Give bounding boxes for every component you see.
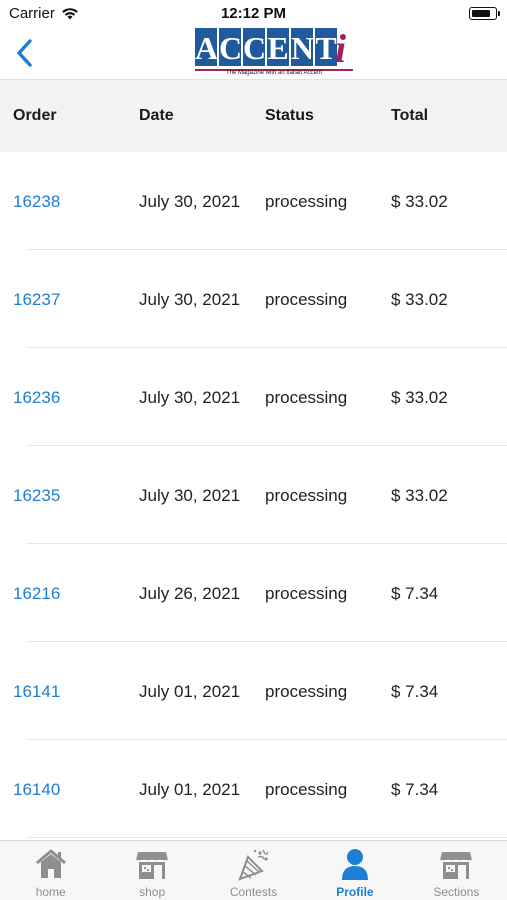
tab-contests[interactable]: Contests (203, 841, 304, 900)
order-row[interactable]: 16216 July 26, 2021 processing $ 7.34 (0, 544, 507, 642)
order-status: processing (265, 584, 348, 603)
order-total: $ 33.02 (391, 290, 448, 309)
order-total: $ 7.34 (391, 584, 439, 603)
order-date: July 30, 2021 (139, 486, 241, 505)
navigation-bar: ACCENT i The Magazine with an Italian Ac… (0, 26, 507, 80)
tab-label: Contests (229, 885, 278, 899)
order-date: July 01, 2021 (139, 682, 241, 701)
tab-shop[interactable]: shop (101, 841, 202, 900)
order-number-link[interactable]: 16235 (13, 486, 60, 506)
tab-sections[interactable]: Sections (406, 841, 507, 900)
order-row[interactable]: 16140 July 01, 2021 processing $ 7.34 (0, 740, 507, 838)
logo-letter: E (267, 28, 289, 66)
order-status: processing (265, 388, 348, 407)
logo-letter: T (315, 28, 337, 66)
tab-home[interactable]: home (0, 841, 101, 900)
logo-letter: N (291, 28, 315, 66)
logo-letter: C (219, 28, 243, 66)
orders-list: 16238 July 30, 2021 processing $ 33.02 1… (0, 152, 507, 838)
order-number-link[interactable]: 16216 (13, 584, 60, 604)
tab-profile[interactable]: Profile (304, 841, 405, 900)
store-icon (135, 852, 169, 879)
order-total: $ 33.02 (391, 192, 448, 211)
status-bar: Carrier 12:12 PM (0, 0, 507, 28)
order-status: processing (265, 192, 348, 211)
order-number-link[interactable]: 16238 (13, 192, 60, 212)
tab-label: Profile (336, 885, 374, 899)
order-total: $ 7.34 (391, 682, 439, 701)
header-order: Order (13, 107, 57, 124)
home-icon (35, 849, 66, 878)
order-number-link[interactable]: 16141 (13, 682, 60, 702)
tab-label: home (35, 885, 66, 899)
order-status: processing (265, 682, 348, 701)
logo-wordmark: ACCENT (195, 28, 339, 66)
party-popper-icon (237, 849, 269, 881)
tab-bar: home shop Contests Profile Sections (0, 840, 507, 900)
order-date: July 26, 2021 (139, 584, 241, 603)
tab-label: Sections (433, 885, 480, 899)
logo-tagline: The Magazine with an Italian Accent (225, 70, 323, 76)
order-status: processing (265, 486, 348, 505)
battery-level (471, 9, 491, 17)
order-row[interactable]: 16141 July 01, 2021 processing $ 7.34 (0, 642, 507, 740)
order-row[interactable]: 16238 July 30, 2021 processing $ 33.02 (0, 152, 507, 250)
logo-i-letter: i (335, 26, 347, 71)
logo-letter: C (243, 28, 267, 66)
order-total: $ 33.02 (391, 486, 448, 505)
order-row[interactable]: 16236 July 30, 2021 processing $ 33.02 (0, 348, 507, 446)
tab-label: shop (139, 885, 166, 899)
order-row[interactable]: 16237 July 30, 2021 processing $ 33.02 (0, 250, 507, 348)
order-number-link[interactable]: 16237 (13, 290, 60, 310)
battery-icon (469, 7, 500, 20)
order-total: $ 33.02 (391, 388, 448, 407)
order-number-link[interactable]: 16140 (13, 780, 60, 800)
clock: 12:12 PM (220, 5, 287, 22)
header-total: Total (391, 107, 429, 124)
orders-table-header: Order Date Status Total (0, 80, 507, 152)
logo-letter: A (195, 28, 219, 66)
accent-logo: ACCENT i The Magazine with an Italian Ac… (195, 26, 355, 78)
order-date: July 30, 2021 (139, 290, 241, 309)
order-date: July 30, 2021 (139, 388, 241, 407)
order-status: processing (265, 780, 348, 799)
chevron-left-icon[interactable] (10, 36, 40, 70)
header-status: Status (265, 107, 314, 124)
header-date: Date (139, 107, 174, 124)
order-row[interactable]: 16235 July 30, 2021 processing $ 33.02 (0, 446, 507, 544)
store-icon (439, 852, 473, 879)
order-total: $ 7.34 (391, 780, 439, 799)
order-number-link[interactable]: 16236 (13, 388, 60, 408)
order-date: July 30, 2021 (139, 192, 241, 211)
order-status: processing (265, 290, 348, 309)
person-icon (341, 849, 368, 880)
order-date: July 01, 2021 (139, 780, 241, 799)
